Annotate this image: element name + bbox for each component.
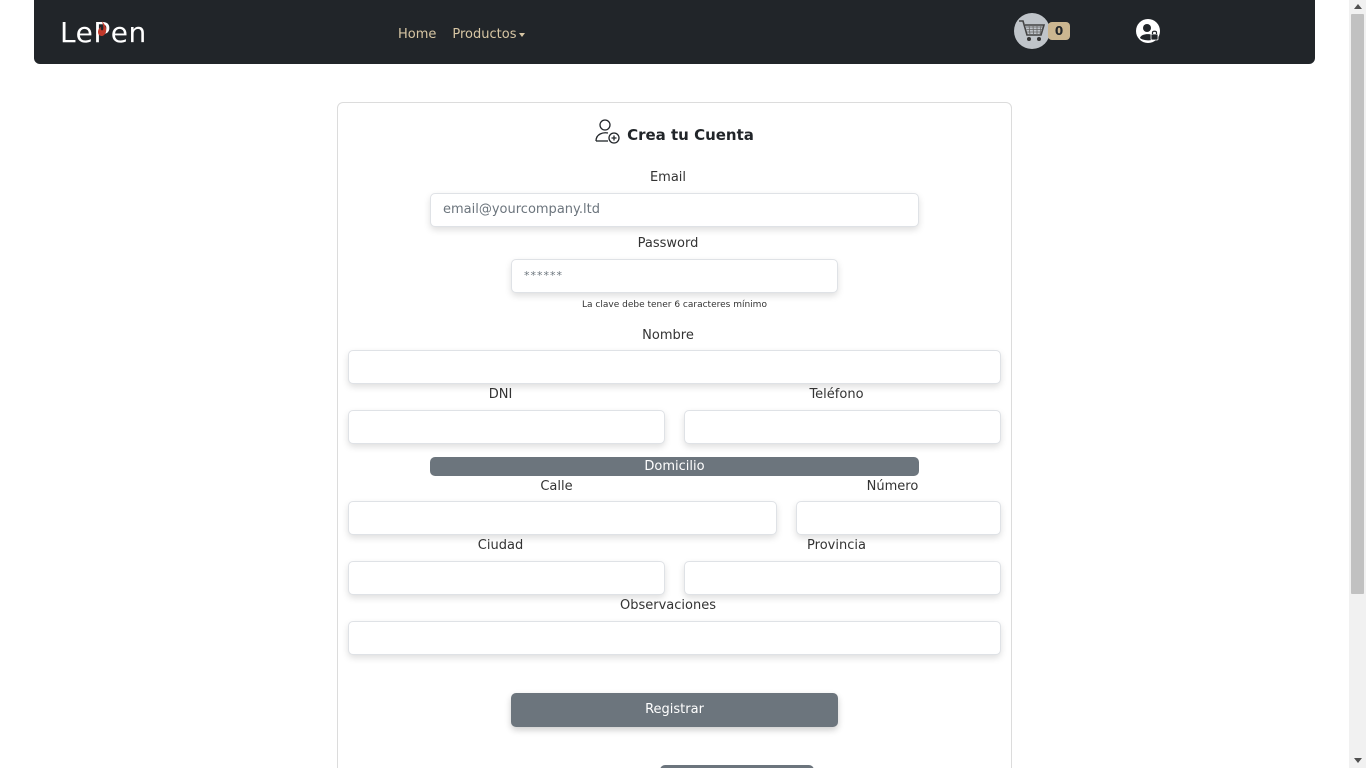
provincia-field[interactable] <box>684 561 1001 595</box>
nombre-field[interactable] <box>348 350 1001 384</box>
domicilio-section-header: Domicilio <box>430 457 919 476</box>
telefono-label: Teléfono <box>809 387 864 402</box>
page-scrollbar[interactable] <box>1349 0 1366 768</box>
nav-productos-label: Productos <box>452 27 517 42</box>
cart-count-badge: 0 <box>1048 22 1070 40</box>
scroll-up-arrow-icon[interactable] <box>1354 4 1362 9</box>
ciudad-label: Ciudad <box>477 538 524 553</box>
provincia-label: Provincia <box>807 538 866 553</box>
nav-links: Home Productos <box>398 27 526 42</box>
brand-text-en: en <box>110 15 147 49</box>
user-add-icon <box>595 119 620 144</box>
email-field[interactable]: email@yourcompany.ltd <box>430 193 919 227</box>
observaciones-field[interactable] <box>348 621 1001 655</box>
brand-letter-p: P <box>93 16 110 49</box>
register-button[interactable]: Registrar <box>511 693 838 727</box>
user-account-button[interactable] <box>1135 18 1161 44</box>
telefono-field[interactable] <box>684 410 1001 444</box>
ciudad-field[interactable] <box>348 561 665 595</box>
flame-icon <box>98 20 107 36</box>
cart-icon-circle <box>1014 13 1050 49</box>
numero-label: Número <box>866 479 919 494</box>
password-field[interactable]: ****** <box>511 259 838 293</box>
brand-logo[interactable]: LePen <box>60 14 147 50</box>
card-title: Crea tu Cuenta <box>338 117 1011 145</box>
dni-label: DNI <box>488 387 513 402</box>
scrollbar-thumb[interactable] <box>1351 14 1364 594</box>
shopping-cart-icon <box>1019 20 1046 41</box>
scroll-down-arrow-icon[interactable] <box>1354 758 1362 763</box>
email-label: Email <box>649 170 687 185</box>
dni-field[interactable] <box>348 410 665 444</box>
password-label: Password <box>637 236 699 251</box>
nombre-label: Nombre <box>642 328 694 343</box>
password-hint: La clave debe tener 6 caracteres mínimo <box>582 300 767 310</box>
brand-text-le: Le <box>60 15 94 49</box>
calle-label: Calle <box>540 479 573 494</box>
nav-home-link[interactable]: Home <box>398 27 436 42</box>
caret-down-icon <box>519 32 526 37</box>
user-lock-icon <box>1136 19 1160 43</box>
page: LePen Home Productos 0 <box>0 0 1366 768</box>
numero-field[interactable] <box>796 501 1001 535</box>
navbar: LePen Home Productos 0 <box>34 0 1315 64</box>
nav-productos-dropdown[interactable]: Productos <box>452 27 526 42</box>
page-title: Crea tu Cuenta <box>627 126 754 144</box>
register-card: Crea tu Cuenta Email email@yourcompany.l… <box>337 102 1012 768</box>
calle-field[interactable] <box>348 501 777 535</box>
cart-button[interactable]: 0 <box>1014 13 1072 49</box>
observaciones-label: Observaciones <box>620 598 716 613</box>
